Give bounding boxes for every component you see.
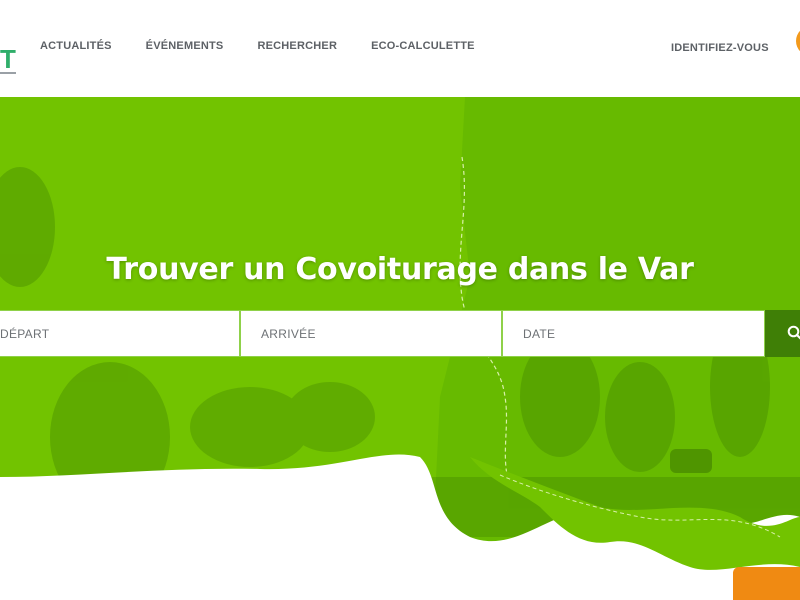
nav-item-actualites[interactable]: ACTUALITÉS	[40, 40, 112, 58]
depart-input[interactable]	[0, 311, 239, 356]
arrivee-field-wrapper	[240, 310, 502, 357]
feedback-tab[interactable]	[733, 567, 800, 600]
search-form	[0, 310, 800, 357]
login-link[interactable]: IDENTIFIEZ-VOUS	[671, 42, 769, 54]
logo-mark: T	[0, 44, 16, 74]
site-header: T ACTUALITÉS ÉVÉNEMENTS RECHERCHER ECO-C…	[0, 0, 800, 97]
arrivee-input[interactable]	[241, 311, 501, 356]
nav-item-rechercher[interactable]: RECHERCHER	[257, 40, 337, 58]
hero-title-text: Trouver un Covoiturage dans le Var	[106, 252, 694, 287]
hero-banner: Trouver un Covoiturage dans le Var	[0, 97, 800, 600]
date-field-wrapper	[502, 310, 765, 357]
date-input[interactable]	[503, 311, 764, 356]
main-nav: ACTUALITÉS ÉVÉNEMENTS RECHERCHER ECO-CAL…	[40, 40, 475, 58]
nav-item-eco-calculette[interactable]: ECO-CALCULETTE	[371, 40, 475, 58]
search-button[interactable]	[765, 310, 800, 357]
site-logo[interactable]: T	[0, 44, 22, 80]
logo-tagline	[0, 72, 16, 74]
nav-item-evenements[interactable]: ÉVÉNEMENTS	[146, 40, 224, 58]
user-circle-icon[interactable]	[796, 26, 800, 56]
search-icon	[787, 325, 800, 340]
depart-field-wrapper	[0, 310, 240, 357]
hero-title: Trouver un Covoiturage dans le Var	[0, 252, 800, 287]
